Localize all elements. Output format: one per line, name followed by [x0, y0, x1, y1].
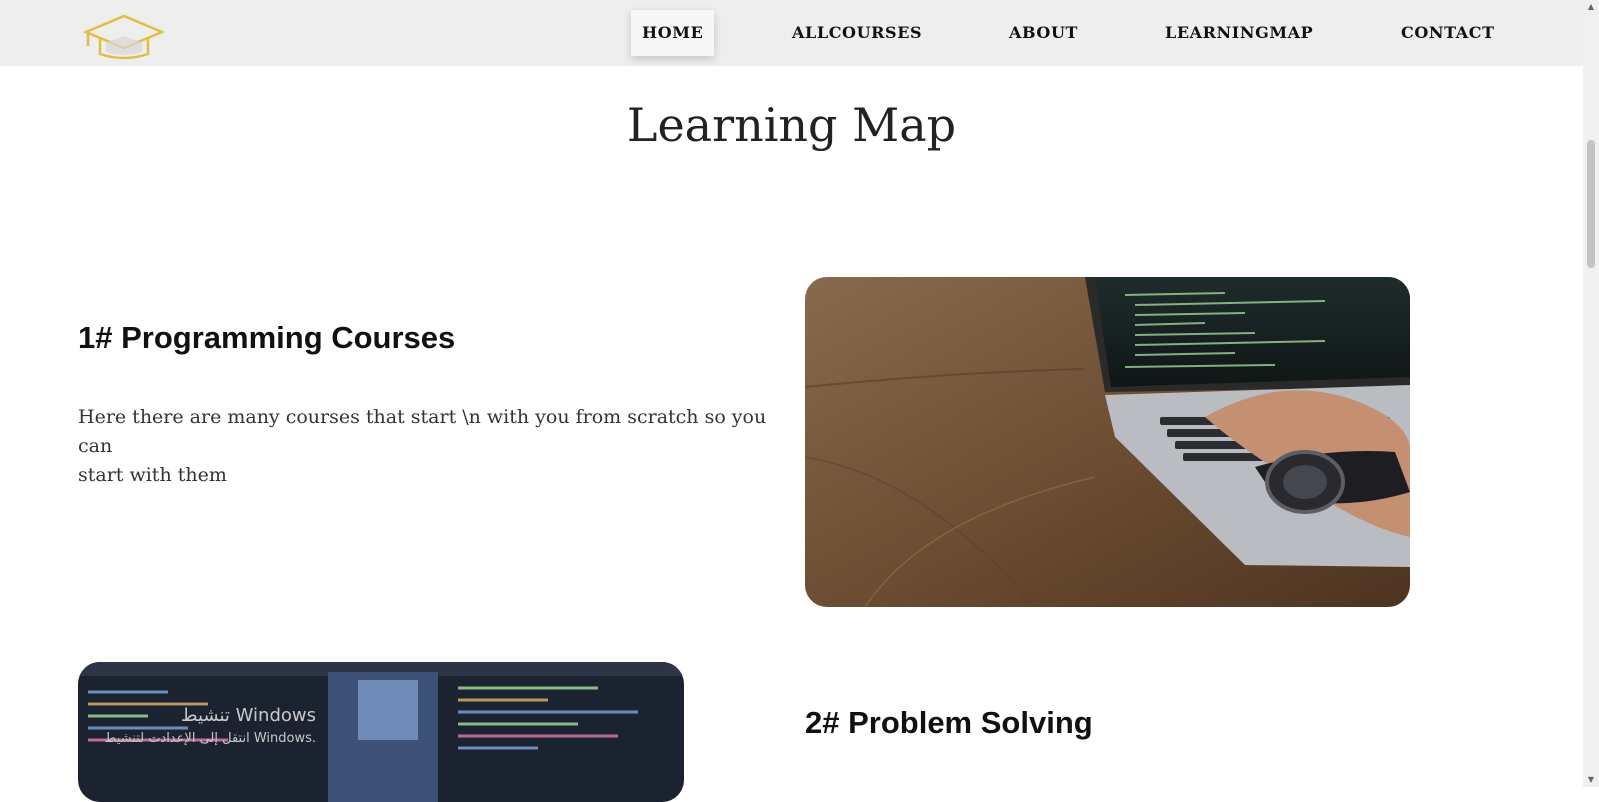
section-description-line: start with them: [78, 464, 227, 486]
windows-activation-subtitle: انتقل إلى الإعدادت لتنشيط Windows.: [104, 731, 316, 746]
scroll-up-icon[interactable]: ▲: [1583, 0, 1599, 14]
nav-allcourses[interactable]: ALLCOURSES: [792, 10, 922, 56]
section-heading: 2# Problem Solving: [805, 705, 1093, 740]
nav-contact[interactable]: CONTACT: [1401, 10, 1495, 56]
section-description-line: Here there are many courses that start \…: [78, 406, 767, 457]
laptop-coding-photo: [805, 277, 1410, 607]
nav-about[interactable]: ABOUT: [1009, 10, 1078, 56]
windows-activation-title: تنشيط Windows: [180, 705, 316, 726]
nav-home[interactable]: HOME: [631, 10, 715, 56]
section-description: Here there are many courses that start \…: [78, 403, 778, 490]
graduation-cap-icon[interactable]: [82, 12, 166, 60]
scrollbar-thumb[interactable]: [1587, 140, 1595, 268]
scroll-down-icon[interactable]: ▼: [1583, 773, 1599, 787]
vertical-scrollbar[interactable]: ▲ ▼: [1583, 0, 1599, 787]
page-title: Learning Map: [626, 98, 957, 152]
section-heading: 1# Programming Courses: [78, 320, 456, 355]
navbar: HOME ALLCOURSES ABOUT LEARNINGMAP CONTAC…: [0, 0, 1583, 66]
nav-learningmap[interactable]: LEARNINGMAP: [1165, 10, 1313, 56]
